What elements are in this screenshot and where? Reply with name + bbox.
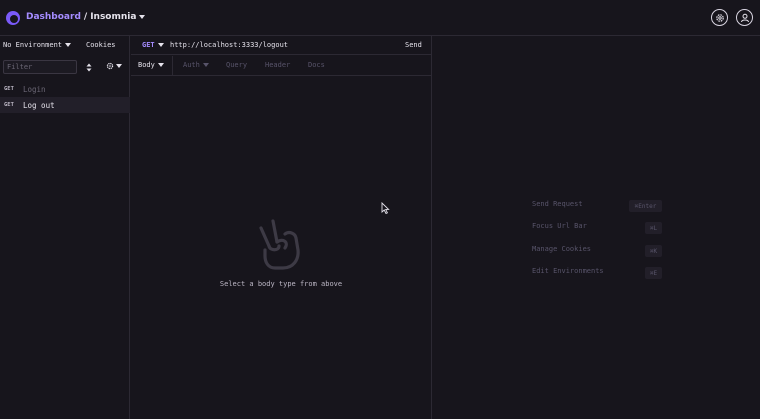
insomnia-logo-icon[interactable]: [6, 11, 20, 25]
sort-icon[interactable]: [85, 63, 93, 72]
request-item-login[interactable]: GET Login: [0, 81, 130, 97]
gear-icon: [106, 62, 114, 70]
request-method-badge: GET: [4, 102, 14, 108]
cookies-button[interactable]: Cookies: [86, 41, 116, 49]
chevron-down-icon: [202, 63, 209, 67]
request-item-logout[interactable]: GET Log out: [0, 97, 130, 113]
request-tabs: Body Auth Query Header Docs: [131, 56, 432, 76]
breadcrumb-dashboard-link[interactable]: Dashboard: [26, 12, 81, 22]
insomnia-app: Dashboard / Insomnia No Environment Cook: [0, 0, 760, 419]
tab-auth[interactable]: Auth: [183, 61, 209, 69]
shortcut-manage-cookies-key: ⌘K: [645, 245, 662, 257]
chevron-down-icon: [116, 64, 122, 68]
send-button[interactable]: Send: [405, 41, 422, 49]
tab-query[interactable]: Query: [226, 61, 247, 69]
chevron-down-icon: [65, 43, 72, 47]
mouse-pointer-icon: [381, 202, 390, 214]
project-name: Insomnia: [90, 12, 137, 22]
request-name: Login: [23, 84, 46, 94]
chevron-down-icon: [157, 63, 164, 67]
shortcut-edit-environments-key: ⌘E: [645, 267, 662, 279]
filter-input[interactable]: [3, 60, 77, 74]
user-icon: [740, 13, 749, 22]
tab-auth-label: Auth: [183, 61, 200, 69]
tab-body-label: Body: [138, 61, 155, 69]
tab-header[interactable]: Header: [265, 61, 290, 69]
shortcut-focus-url-key: ⌘L: [645, 222, 662, 234]
breadcrumb: Dashboard / Insomnia: [26, 12, 146, 22]
sidebar-settings-dropdown[interactable]: [106, 62, 122, 70]
shortcut-send-request-label: Send Request: [532, 200, 583, 208]
shortcut-focus-url-label: Focus Url Bar: [532, 222, 587, 230]
method-dropdown[interactable]: GET: [142, 41, 164, 49]
hand-gesture-icon: [259, 219, 300, 270]
request-method-badge: GET: [4, 86, 14, 92]
chevron-down-icon: [157, 43, 164, 47]
shortcut-send-request-key: ⌘Enter: [629, 200, 662, 212]
url-bar: GET http://localhost:3333/logout Send: [131, 36, 432, 55]
account-button[interactable]: [736, 9, 753, 26]
url-input[interactable]: http://localhost:3333/logout: [170, 41, 288, 49]
tab-docs[interactable]: Docs: [308, 61, 325, 69]
tab-body[interactable]: Body: [131, 56, 173, 76]
environment-dropdown[interactable]: No Environment: [3, 41, 72, 49]
empty-body-message: Select a body type from above: [219, 280, 343, 288]
environment-row: No Environment Cookies: [0, 36, 130, 56]
method-label: GET: [142, 41, 155, 49]
pane-divider[interactable]: [431, 36, 432, 419]
request-name: Log out: [23, 100, 55, 110]
chevron-down-icon: [139, 14, 146, 19]
shortcut-manage-cookies-label: Manage Cookies: [532, 245, 592, 253]
sidebar: No Environment Cookies GET Login GET: [0, 36, 130, 419]
gear-icon: [715, 13, 724, 22]
environment-label: No Environment: [3, 41, 63, 49]
breadcrumb-separator: /: [83, 12, 88, 22]
project-dropdown[interactable]: Insomnia: [90, 12, 146, 22]
filter-row: [0, 58, 130, 76]
top-bar: Dashboard / Insomnia: [0, 0, 760, 36]
settings-button[interactable]: [711, 9, 728, 26]
shortcut-edit-environments-label: Edit Environments: [532, 267, 604, 275]
